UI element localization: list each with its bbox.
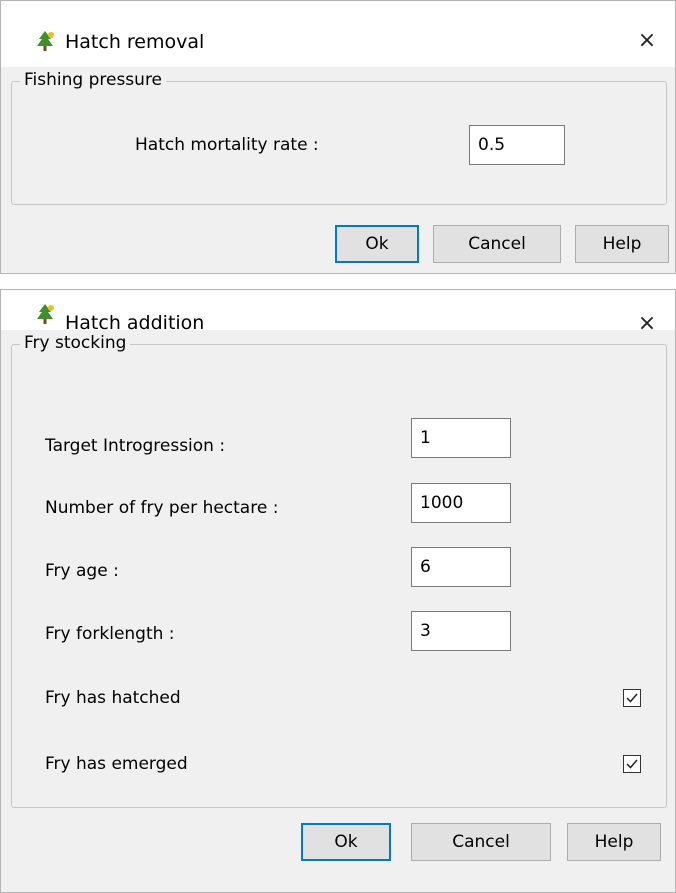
fry-age-input[interactable] [411,547,511,587]
fry-per-hectare-label: Number of fry per hectare : [45,498,279,518]
hatch-addition-dialog: Hatch addition × Fry stocking Target Int… [0,289,676,893]
fry-emerged-label: Fry has emerged [45,754,188,774]
fry-hatched-checkbox[interactable] [623,689,641,707]
target-introgression-label: Target Introgression : [45,436,226,456]
close-icon[interactable]: × [633,27,661,55]
group-title: Fry stocking [20,333,131,353]
hatch-mortality-rate-input[interactable] [469,125,565,165]
help-button[interactable]: Help [575,225,669,263]
group-title: Fishing pressure [20,70,167,90]
checkmark-icon [626,759,638,769]
fry-forklength-input[interactable] [411,611,511,651]
cancel-button[interactable]: Cancel [433,225,561,263]
ok-button[interactable]: Ok [335,225,419,263]
hatch-removal-dialog: Hatch removal × Fishing pressure Hatch m… [0,0,676,274]
dialog-title: Hatch removal [65,31,205,53]
title-bar: Hatch removal × [1,1,675,67]
hatch-mortality-rate-label: Hatch mortality rate : [135,135,319,155]
dialog-content: Fishing pressure Hatch mortality rate : … [1,67,675,273]
cancel-button[interactable]: Cancel [411,823,551,861]
dialog-content: Fry stocking Target Introgression : Numb… [1,330,675,892]
fry-hatched-label: Fry has hatched [45,688,181,708]
title-bar: Hatch addition × [1,290,675,336]
target-introgression-input[interactable] [411,418,511,458]
fry-per-hectare-input[interactable] [411,483,511,523]
fry-emerged-checkbox[interactable] [623,755,641,773]
app-tree-icon [33,29,57,53]
fishing-pressure-group: Fishing pressure [11,70,667,205]
app-tree-icon [33,302,57,326]
checkmark-icon [626,693,638,703]
fry-forklength-label: Fry forklength : [45,624,175,644]
help-button[interactable]: Help [567,823,661,861]
ok-button[interactable]: Ok [301,823,391,861]
fry-age-label: Fry age : [45,561,119,581]
